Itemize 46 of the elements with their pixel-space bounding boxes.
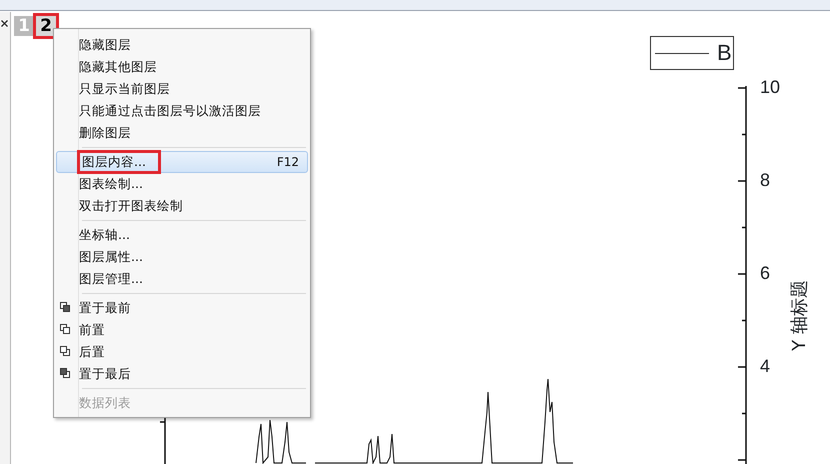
axis-tick-label: 8 [760, 171, 770, 189]
menu-item[interactable]: 只显示当前图层 [56, 78, 308, 100]
menu-item-label: 坐标轴... [79, 226, 130, 244]
layers-backward-icon [60, 346, 70, 356]
menu-item[interactable]: 双击打开图表绘制 [56, 195, 308, 217]
legend-label: B [717, 42, 732, 64]
menu-item[interactable]: 前置 [56, 319, 308, 341]
menu-item[interactable]: 置于最后 [56, 363, 308, 385]
axis-tick-label: 4 [760, 357, 770, 375]
menu-item-label: 后置 [79, 342, 105, 361]
axis-tick-label: 6 [760, 264, 770, 282]
menu-item[interactable]: 置于最前 [56, 297, 308, 319]
menu-item-label: 隐藏图层 [79, 36, 131, 54]
menu-item[interactable]: 图层内容... F12 [56, 151, 308, 173]
menu-item-label: 隐藏其他图层 [79, 58, 157, 76]
menu-item-label: 置于最后 [79, 364, 131, 383]
layers-back-icon [60, 368, 70, 378]
axis-title: Y 轴标题 [788, 280, 811, 351]
menu-item[interactable]: 图表绘制... [56, 173, 308, 195]
menu-item[interactable]: 图层管理... [56, 268, 308, 290]
menu-item-label: 双击打开图表绘制 [79, 196, 183, 215]
menu-item[interactable]: 隐藏其他图层 [56, 56, 308, 78]
menu-item-label: 图表绘制... [79, 174, 143, 193]
spectrum-line-drawing [255, 419, 307, 464]
layer-tab[interactable]: 2 [36, 16, 56, 36]
menu-item-label: 图层属性... [79, 248, 143, 266]
menu-item-label: 前置 [79, 320, 105, 339]
menu-item[interactable]: 删除图层 [56, 122, 308, 144]
menu-item[interactable]: 坐标轴... [56, 224, 308, 246]
menu-item-label: 图层管理... [79, 270, 143, 288]
menu-item-label: 只能通过点击图层号以激活图层 [79, 102, 261, 120]
menu-item[interactable]: 只能通过点击图层号以激活图层 [56, 100, 308, 122]
shortcut-label: F12 [276, 154, 299, 171]
menu-item-label: 置于最前 [79, 298, 131, 317]
menu-item-label: 只显示当前图层 [79, 80, 170, 98]
menu-item-label: 图层内容... [80, 152, 158, 172]
close-icon[interactable] [1, 20, 8, 27]
menu-item-label: 数据列表 [79, 394, 131, 412]
layers-forward-icon [60, 324, 70, 334]
axis-tick-label: 10 [760, 78, 780, 96]
menu-item-label: 删除图层 [79, 124, 131, 142]
menu-item[interactable]: 隐藏图层 [56, 34, 308, 56]
legend-line-sample [655, 52, 709, 54]
menu-item[interactable]: 后置 [56, 341, 308, 363]
layers-front-icon [60, 302, 70, 312]
menu-item[interactable]: 图层属性... [56, 246, 308, 268]
